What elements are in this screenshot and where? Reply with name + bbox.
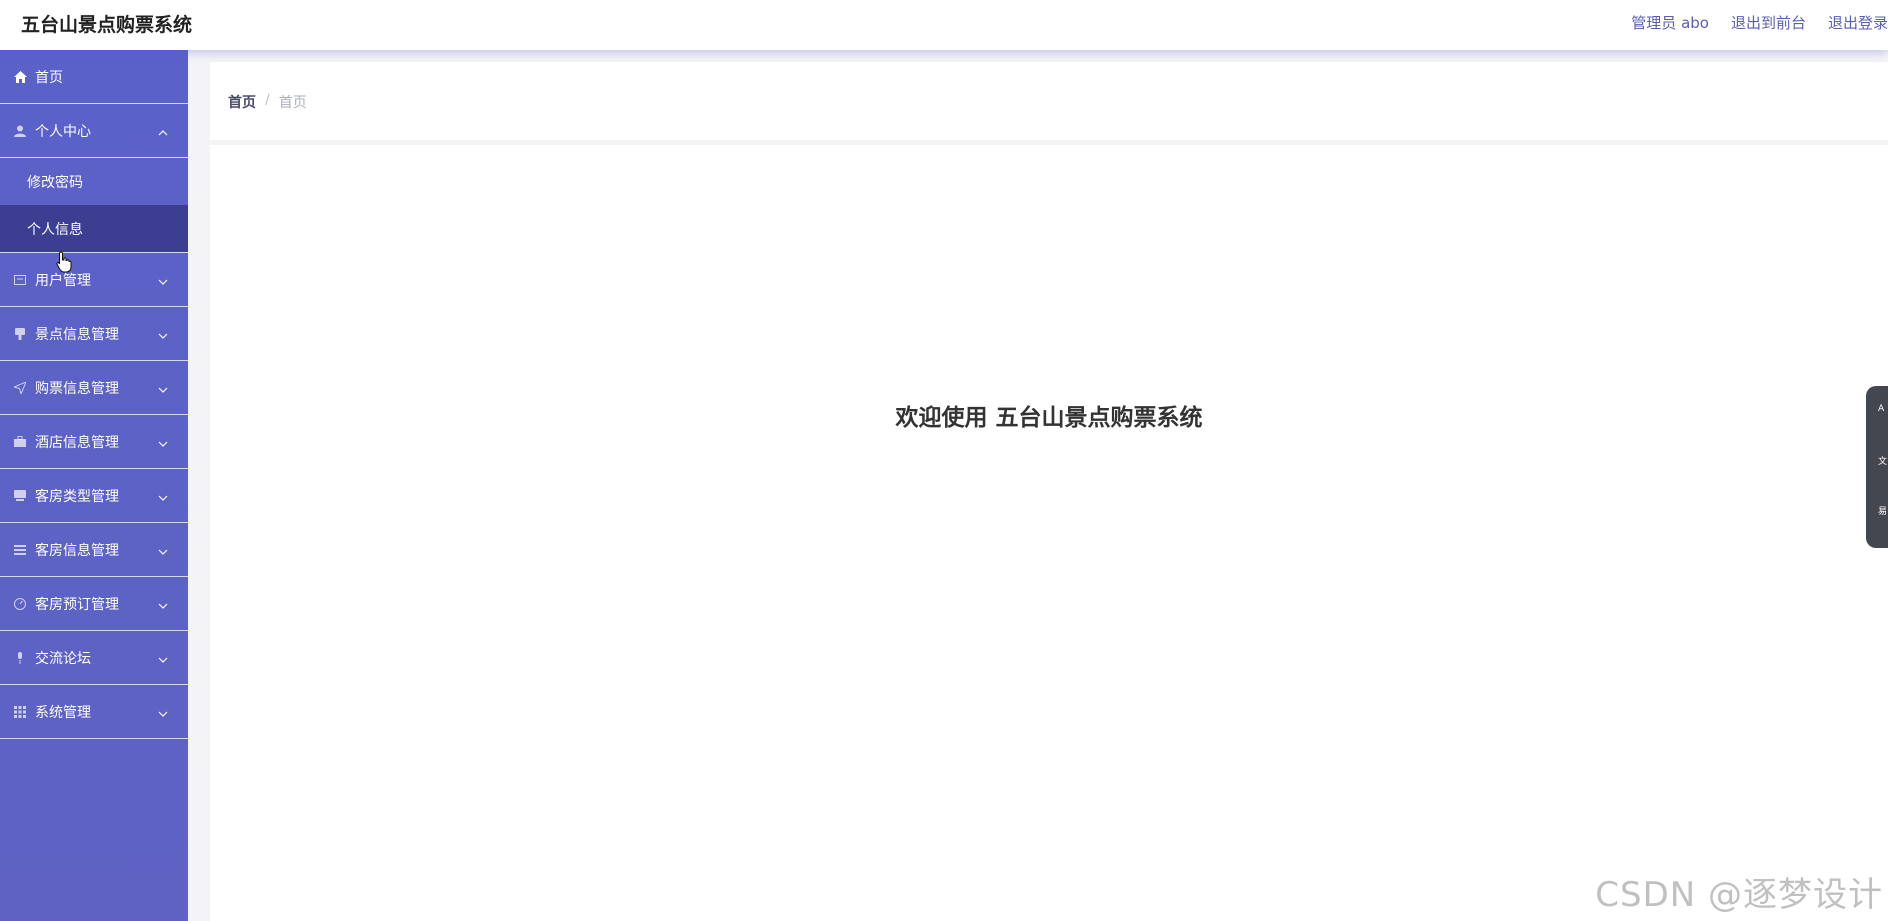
sidebar-item-label: 景点信息管理 bbox=[35, 326, 119, 343]
sidebar-subitem-change-password[interactable]: 修改密码 bbox=[0, 158, 188, 205]
float-item-yi[interactable]: 易 bbox=[1878, 504, 1888, 517]
sidebar-item-label: 购票信息管理 bbox=[35, 380, 119, 397]
attraction-icon bbox=[13, 327, 27, 341]
system-title: 五台山景点购票系统 bbox=[21, 14, 193, 36]
float-item-wen[interactable]: 文 bbox=[1878, 454, 1888, 467]
sidebar-item-label: 酒店信息管理 bbox=[35, 434, 119, 451]
sidebar-item-label: 客房信息管理 bbox=[35, 542, 119, 559]
sidebar-item-0[interactable]: 用户管理 bbox=[0, 253, 188, 307]
current-user-link[interactable]: 管理员 abo bbox=[1631, 12, 1709, 33]
chevron-down-icon bbox=[158, 653, 168, 663]
chevron-down-icon bbox=[158, 437, 168, 447]
sidebar-item-2[interactable]: 购票信息管理 bbox=[0, 361, 188, 415]
send-icon bbox=[13, 381, 27, 395]
chevron-down-icon bbox=[158, 707, 168, 717]
welcome-message: 欢迎使用 五台山景点购票系统 bbox=[895, 405, 1203, 431]
sidebar-item-personal-center[interactable]: 个人中心 bbox=[0, 104, 188, 158]
sidebar-item-5[interactable]: 客房信息管理 bbox=[0, 523, 188, 577]
chevron-up-icon bbox=[158, 126, 168, 136]
chevron-down-icon bbox=[158, 545, 168, 555]
sidebar-item-label: 客房预订管理 bbox=[35, 596, 119, 613]
breadcrumb: 首页 / 首页 bbox=[228, 92, 307, 112]
chevron-down-icon bbox=[158, 275, 168, 285]
microphone-icon bbox=[13, 651, 27, 665]
logout-link[interactable]: 退出登录 bbox=[1828, 12, 1888, 33]
personal-center-submenu: 修改密码 个人信息 bbox=[0, 158, 188, 253]
sidebar-subitem-personal-info[interactable]: 个人信息 bbox=[0, 205, 188, 252]
breadcrumb-card: 首页 / 首页 bbox=[210, 62, 1888, 140]
exit-to-front-link[interactable]: 退出到前台 bbox=[1731, 12, 1806, 33]
watermark: CSDN @逐梦设计 bbox=[1595, 875, 1883, 915]
user-card-icon bbox=[13, 273, 27, 287]
room-type-icon bbox=[13, 489, 27, 503]
chevron-down-icon bbox=[158, 383, 168, 393]
home-icon bbox=[13, 70, 27, 84]
floating-tool-panel[interactable]: A 文 易 bbox=[1866, 386, 1888, 548]
chevron-down-icon bbox=[158, 491, 168, 501]
sidebar-item-8[interactable]: 系统管理 bbox=[0, 685, 188, 739]
hand-cursor-icon bbox=[56, 251, 72, 273]
sidebar-item-3[interactable]: 酒店信息管理 bbox=[0, 415, 188, 469]
breadcrumb-home[interactable]: 首页 bbox=[228, 92, 256, 112]
breadcrumb-separator: / bbox=[265, 92, 270, 108]
sidebar-item-label: 个人中心 bbox=[35, 123, 91, 140]
sidebar-menu-list: 用户管理景点信息管理 购票信息管理 酒店信息管理 客房类型管理 客房信息管理 客房预订管理… bbox=[0, 253, 188, 739]
sidebar-item-1[interactable]: 景点信息管理 bbox=[0, 307, 188, 361]
chevron-down-icon bbox=[158, 329, 168, 339]
sidebar-item-4[interactable]: 客房类型管理 bbox=[0, 469, 188, 523]
content-card: 欢迎使用 五台山景点购票系统 bbox=[210, 145, 1888, 921]
top-links: 管理员 abo 退出到前台 退出登录 bbox=[1631, 12, 1888, 33]
sidebar-item-7[interactable]: 交流论坛 bbox=[0, 631, 188, 685]
list-icon bbox=[13, 543, 27, 557]
person-icon bbox=[13, 124, 27, 138]
main-area: 首页 / 首页 欢迎使用 五台山景点购票系统 bbox=[188, 50, 1888, 921]
breadcrumb-current: 首页 bbox=[278, 95, 307, 111]
sidebar-item-6[interactable]: 客房预订管理 bbox=[0, 577, 188, 631]
sidebar: 首页 个人中心 修改密码 个人信息 用户管理景点信息管理 购票信息管理 酒店信息管理… bbox=[0, 50, 188, 921]
gauge-icon bbox=[13, 597, 27, 611]
float-item-a[interactable]: A bbox=[1878, 404, 1888, 414]
sidebar-item-label: 客房类型管理 bbox=[35, 488, 119, 505]
grid-icon bbox=[13, 705, 27, 719]
sidebar-item-home[interactable]: 首页 bbox=[0, 50, 188, 104]
chevron-down-icon bbox=[158, 599, 168, 609]
sidebar-item-label: 首页 bbox=[35, 69, 63, 86]
briefcase-icon bbox=[13, 435, 27, 449]
sidebar-item-label: 交流论坛 bbox=[35, 650, 91, 667]
sidebar-item-label: 系统管理 bbox=[35, 704, 91, 721]
top-header: 五台山景点购票系统 管理员 abo 退出到前台 退出登录 bbox=[0, 0, 1888, 50]
